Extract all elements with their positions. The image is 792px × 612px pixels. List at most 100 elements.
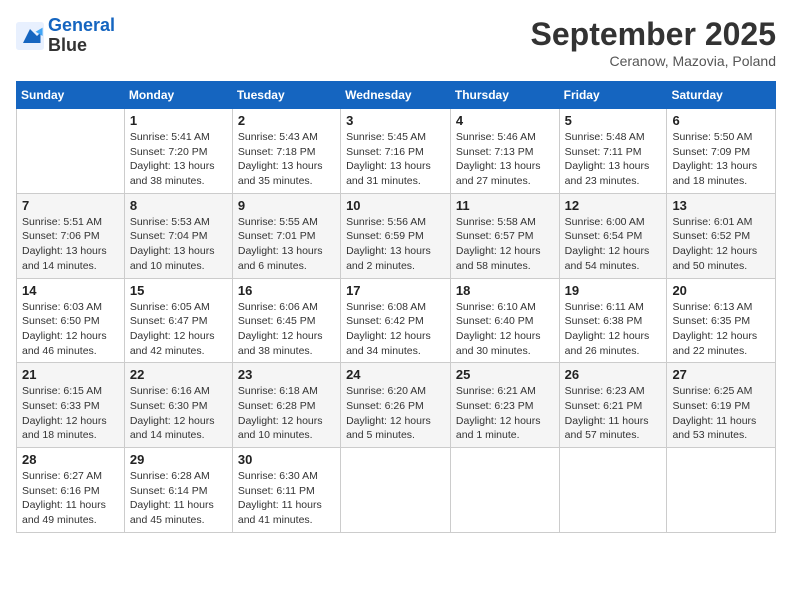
calendar-header: SundayMondayTuesdayWednesdayThursdayFrid…	[17, 82, 776, 109]
calendar-cell: 30 Sunrise: 6:30 AM Sunset: 6:11 PM Dayli…	[232, 448, 340, 533]
calendar-cell: 10 Sunrise: 5:56 AM Sunset: 6:59 PM Dayli…	[341, 193, 451, 278]
day-number: 3	[346, 113, 445, 128]
day-number: 7	[22, 198, 119, 213]
day-number: 27	[672, 367, 770, 382]
day-info: Sunrise: 5:41 AM Sunset: 7:20 PM Dayligh…	[130, 130, 227, 189]
logo: General Blue	[16, 16, 115, 56]
day-info: Sunrise: 6:13 AM Sunset: 6:35 PM Dayligh…	[672, 300, 770, 359]
day-info: Sunrise: 5:43 AM Sunset: 7:18 PM Dayligh…	[238, 130, 335, 189]
calendar-cell	[667, 448, 776, 533]
header-cell-thursday: Thursday	[450, 82, 559, 109]
logo-line1: General	[48, 15, 115, 35]
calendar-cell: 8 Sunrise: 5:53 AM Sunset: 7:04 PM Daylig…	[124, 193, 232, 278]
calendar-cell: 1 Sunrise: 5:41 AM Sunset: 7:20 PM Daylig…	[124, 109, 232, 194]
day-number: 9	[238, 198, 335, 213]
day-number: 16	[238, 283, 335, 298]
day-number: 28	[22, 452, 119, 467]
calendar-cell: 25 Sunrise: 6:21 AM Sunset: 6:23 PM Dayli…	[450, 363, 559, 448]
day-number: 30	[238, 452, 335, 467]
day-number: 5	[565, 113, 662, 128]
day-number: 14	[22, 283, 119, 298]
day-info: Sunrise: 6:00 AM Sunset: 6:54 PM Dayligh…	[565, 215, 662, 274]
calendar-cell: 12 Sunrise: 6:00 AM Sunset: 6:54 PM Dayli…	[559, 193, 667, 278]
day-number: 17	[346, 283, 445, 298]
calendar-cell: 6 Sunrise: 5:50 AM Sunset: 7:09 PM Daylig…	[667, 109, 776, 194]
day-info: Sunrise: 6:11 AM Sunset: 6:38 PM Dayligh…	[565, 300, 662, 359]
day-number: 19	[565, 283, 662, 298]
location-subtitle: Ceranow, Mazovia, Poland	[531, 53, 776, 69]
calendar-cell: 3 Sunrise: 5:45 AM Sunset: 7:16 PM Daylig…	[341, 109, 451, 194]
calendar-cell: 4Sunrise: 5:46 AM Sunset: 7:13 PM Daylig…	[450, 109, 559, 194]
calendar-cell: 22 Sunrise: 6:16 AM Sunset: 6:30 PM Dayli…	[124, 363, 232, 448]
calendar-cell: 28 Sunrise: 6:27 AM Sunset: 6:16 PM Dayli…	[17, 448, 125, 533]
day-number: 25	[456, 367, 554, 382]
day-info: Sunrise: 6:15 AM Sunset: 6:33 PM Dayligh…	[22, 384, 119, 443]
calendar-cell: 21 Sunrise: 6:15 AM Sunset: 6:33 PM Dayli…	[17, 363, 125, 448]
day-info: Sunrise: 5:53 AM Sunset: 7:04 PM Dayligh…	[130, 215, 227, 274]
calendar-cell: 29Sunrise: 6:28 AM Sunset: 6:14 PM Dayli…	[124, 448, 232, 533]
calendar-cell	[17, 109, 125, 194]
calendar-cell: 24Sunrise: 6:20 AM Sunset: 6:26 PM Dayli…	[341, 363, 451, 448]
day-info: Sunrise: 5:58 AM Sunset: 6:57 PM Dayligh…	[456, 215, 554, 274]
logo-icon	[16, 22, 44, 50]
day-info: Sunrise: 6:03 AM Sunset: 6:50 PM Dayligh…	[22, 300, 119, 359]
day-number: 21	[22, 367, 119, 382]
day-number: 10	[346, 198, 445, 213]
calendar-cell: 5Sunrise: 5:48 AM Sunset: 7:11 PM Daylig…	[559, 109, 667, 194]
day-info: Sunrise: 5:46 AM Sunset: 7:13 PM Dayligh…	[456, 130, 554, 189]
day-info: Sunrise: 6:08 AM Sunset: 6:42 PM Dayligh…	[346, 300, 445, 359]
day-number: 29	[130, 452, 227, 467]
day-info: Sunrise: 6:18 AM Sunset: 6:28 PM Dayligh…	[238, 384, 335, 443]
header-row: SundayMondayTuesdayWednesdayThursdayFrid…	[17, 82, 776, 109]
calendar-cell: 15Sunrise: 6:05 AM Sunset: 6:47 PM Dayli…	[124, 278, 232, 363]
calendar-cell: 17 Sunrise: 6:08 AM Sunset: 6:42 PM Dayli…	[341, 278, 451, 363]
header-cell-wednesday: Wednesday	[341, 82, 451, 109]
day-number: 12	[565, 198, 662, 213]
day-info: Sunrise: 5:55 AM Sunset: 7:01 PM Dayligh…	[238, 215, 335, 274]
calendar-cell: 19 Sunrise: 6:11 AM Sunset: 6:38 PM Dayli…	[559, 278, 667, 363]
day-number: 11	[456, 198, 554, 213]
day-info: Sunrise: 6:30 AM Sunset: 6:11 PM Dayligh…	[238, 469, 335, 528]
calendar-body: 1 Sunrise: 5:41 AM Sunset: 7:20 PM Daylig…	[17, 109, 776, 533]
day-number: 13	[672, 198, 770, 213]
day-info: Sunrise: 6:06 AM Sunset: 6:45 PM Dayligh…	[238, 300, 335, 359]
day-number: 20	[672, 283, 770, 298]
day-info: Sunrise: 5:56 AM Sunset: 6:59 PM Dayligh…	[346, 215, 445, 274]
calendar-week-2: 7 Sunrise: 5:51 AM Sunset: 7:06 PM Daylig…	[17, 193, 776, 278]
day-info: Sunrise: 5:51 AM Sunset: 7:06 PM Dayligh…	[22, 215, 119, 274]
month-title: September 2025	[531, 16, 776, 53]
calendar-cell: 23 Sunrise: 6:18 AM Sunset: 6:28 PM Dayli…	[232, 363, 340, 448]
day-number: 2	[238, 113, 335, 128]
day-number: 18	[456, 283, 554, 298]
logo-line2: Blue	[48, 36, 115, 56]
calendar-week-4: 21 Sunrise: 6:15 AM Sunset: 6:33 PM Dayli…	[17, 363, 776, 448]
calendar-cell: 16 Sunrise: 6:06 AM Sunset: 6:45 PM Dayli…	[232, 278, 340, 363]
calendar-week-5: 28 Sunrise: 6:27 AM Sunset: 6:16 PM Dayli…	[17, 448, 776, 533]
day-number: 26	[565, 367, 662, 382]
calendar-cell: 7 Sunrise: 5:51 AM Sunset: 7:06 PM Daylig…	[17, 193, 125, 278]
day-number: 22	[130, 367, 227, 382]
calendar-cell: 20 Sunrise: 6:13 AM Sunset: 6:35 PM Dayli…	[667, 278, 776, 363]
header-cell-sunday: Sunday	[17, 82, 125, 109]
day-info: Sunrise: 6:20 AM Sunset: 6:26 PM Dayligh…	[346, 384, 445, 443]
calendar-cell	[450, 448, 559, 533]
day-info: Sunrise: 6:05 AM Sunset: 6:47 PM Dayligh…	[130, 300, 227, 359]
calendar-cell: 27Sunrise: 6:25 AM Sunset: 6:19 PM Dayli…	[667, 363, 776, 448]
day-info: Sunrise: 6:23 AM Sunset: 6:21 PM Dayligh…	[565, 384, 662, 443]
header-cell-monday: Monday	[124, 82, 232, 109]
day-info: Sunrise: 5:45 AM Sunset: 7:16 PM Dayligh…	[346, 130, 445, 189]
header-cell-tuesday: Tuesday	[232, 82, 340, 109]
day-number: 8	[130, 198, 227, 213]
day-info: Sunrise: 5:50 AM Sunset: 7:09 PM Dayligh…	[672, 130, 770, 189]
day-info: Sunrise: 6:21 AM Sunset: 6:23 PM Dayligh…	[456, 384, 554, 443]
calendar-cell	[559, 448, 667, 533]
day-info: Sunrise: 6:16 AM Sunset: 6:30 PM Dayligh…	[130, 384, 227, 443]
calendar-cell: 13Sunrise: 6:01 AM Sunset: 6:52 PM Dayli…	[667, 193, 776, 278]
day-number: 23	[238, 367, 335, 382]
calendar-week-3: 14 Sunrise: 6:03 AM Sunset: 6:50 PM Dayli…	[17, 278, 776, 363]
day-info: Sunrise: 6:27 AM Sunset: 6:16 PM Dayligh…	[22, 469, 119, 528]
calendar-cell: 11 Sunrise: 5:58 AM Sunset: 6:57 PM Dayli…	[450, 193, 559, 278]
day-number: 6	[672, 113, 770, 128]
calendar-week-1: 1 Sunrise: 5:41 AM Sunset: 7:20 PM Daylig…	[17, 109, 776, 194]
day-number: 1	[130, 113, 227, 128]
